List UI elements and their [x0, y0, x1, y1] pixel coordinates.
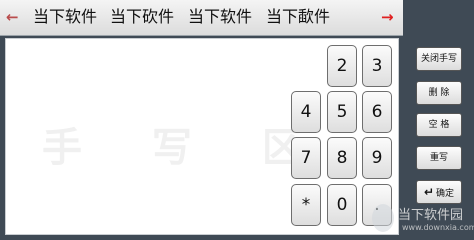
key-8[interactable]: 8	[327, 137, 357, 179]
key-6[interactable]: 6	[362, 91, 392, 133]
handwriting-area-watermark: 手 写 区	[42, 124, 330, 171]
site-watermark-name: 当下软件园	[398, 208, 464, 223]
site-watermark: 当下软件园 www.downxia.com	[372, 200, 474, 240]
key-5[interactable]: 5	[327, 91, 357, 133]
key-7[interactable]: 7	[291, 137, 321, 179]
next-page-arrow-icon[interactable]: →	[381, 10, 394, 25]
rewrite-button[interactable]: 重写	[416, 146, 462, 170]
key-4[interactable]: 4	[291, 91, 321, 133]
key-2[interactable]: 2	[327, 45, 357, 87]
candidate-1[interactable]: 当下软件	[33, 7, 97, 27]
site-logo-icon	[372, 204, 394, 232]
enter-icon: ↵	[423, 185, 435, 199]
space-button[interactable]: 空 格	[416, 113, 462, 137]
prev-page-arrow-icon[interactable]: ←	[6, 10, 19, 25]
candidate-bar: ← 当下软件 当下砍件 当下软件 当下歃件 →	[0, 0, 403, 36]
candidate-3[interactable]: 当下软件	[188, 7, 252, 27]
key-asterisk[interactable]: *	[291, 184, 321, 226]
confirm-label: 确定	[436, 189, 455, 199]
key-3[interactable]: 3	[362, 45, 392, 87]
key-9[interactable]: 9	[362, 137, 392, 179]
candidate-2[interactable]: 当下砍件	[110, 7, 174, 27]
site-watermark-url: www.downxia.com	[402, 223, 474, 232]
key-0[interactable]: 0	[327, 184, 357, 226]
candidate-4[interactable]: 当下歃件	[266, 7, 330, 27]
delete-button[interactable]: 删 除	[416, 81, 462, 105]
close-handwriting-button[interactable]: 关闭手写	[416, 47, 462, 71]
